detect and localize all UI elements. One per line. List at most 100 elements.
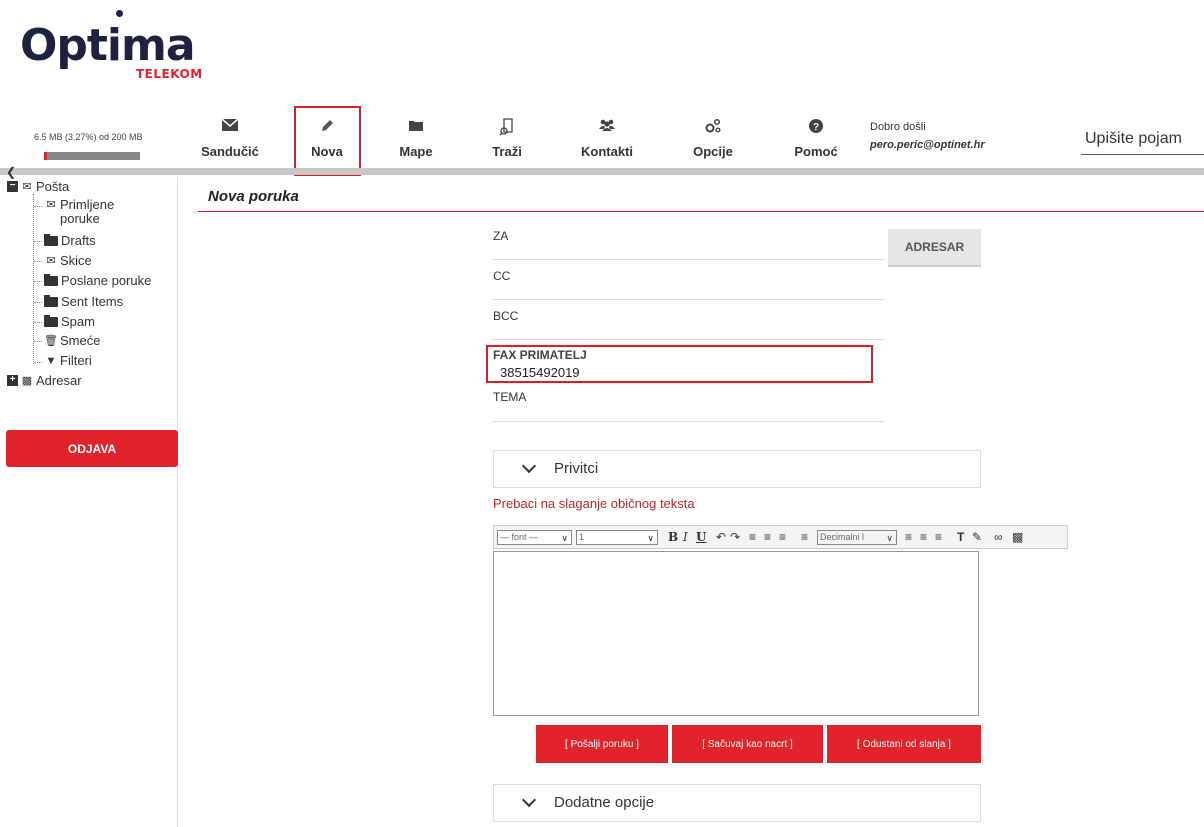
bullet-list-icon[interactable]: ≡ — [905, 530, 912, 545]
logout-button[interactable]: ODJAVA — [6, 430, 178, 467]
text-color-icon[interactable]: T — [957, 530, 964, 545]
sent-folder-icon — [44, 273, 58, 286]
font-select-value: — font — — [500, 532, 539, 542]
font-select[interactable]: — font — ∨ — [497, 530, 572, 545]
toolbar-help-button[interactable]: ? Pomoć — [776, 118, 856, 159]
user-email: pero.peric@optinet.hr — [870, 139, 985, 151]
bcc-field-label: BCC — [493, 309, 519, 323]
folder-filters[interactable]: ▼ Filteri — [44, 353, 92, 368]
background-color-icon[interactable]: ✎ — [972, 530, 982, 545]
tree-node-mail[interactable]: − ✉ Pošta — [7, 179, 69, 194]
editor-toolbar: — font — ∨ 1 ∨ B I U ↶ ↷ ≡ ≡ ≡ ≡ Decimal… — [493, 525, 1068, 549]
inbox-envelope-icon: ✉ — [46, 199, 56, 211]
italic-icon[interactable]: I — [683, 530, 688, 545]
tree-node-addressbook-label: Adresar — [36, 373, 82, 388]
folder-icon — [44, 314, 58, 327]
toolbar-search-label: Traži — [492, 144, 522, 159]
page-title: Nova poruka — [208, 188, 299, 205]
link-icon[interactable]: ∞ — [994, 530, 1003, 545]
welcome-text: Dobro došli — [870, 121, 926, 133]
folder-sent-items-label: Sent Items — [61, 294, 124, 309]
folder-drafts-label: Drafts — [61, 233, 96, 248]
undo-icon[interactable]: ↶ — [716, 530, 726, 545]
cc-field[interactable]: CC — [493, 260, 885, 300]
folder-spam[interactable]: Spam — [44, 314, 95, 329]
outdent-icon[interactable]: ≡ — [935, 530, 942, 545]
header-divider — [0, 168, 1204, 175]
chevron-down-icon — [521, 792, 537, 808]
numbered-list-icon[interactable]: ≡ — [801, 530, 808, 545]
logo-subtitle: TELEKOM — [136, 67, 203, 81]
save-draft-button[interactable]: [ Sačuvaj kao nacrt ] — [672, 725, 823, 763]
align-right-icon[interactable]: ≡ — [779, 530, 786, 545]
addressbook-icon: ▩ — [21, 375, 33, 387]
folder-sent-label: Poslane poruke — [61, 273, 152, 288]
toolbar-inbox-label: Sandučić — [201, 144, 259, 159]
mailbox-quota-text: 6.5 MB (3.27%) od 200 MB — [34, 132, 143, 142]
new-button-highlight — [294, 106, 361, 176]
toolbar-search-button[interactable]: Traži — [467, 118, 547, 159]
toolbar-contacts-button[interactable]: Kontakti — [567, 118, 647, 159]
toolbar-options-button[interactable]: Opcije — [673, 118, 753, 159]
addressbook-button[interactable]: ADRESAR — [888, 229, 981, 267]
collapse-minus-icon[interactable]: − — [7, 181, 18, 192]
bcc-field[interactable]: BCC — [493, 300, 885, 340]
toolbar-folders-button[interactable]: Mape — [376, 118, 456, 159]
cancel-sending-button[interactable]: [ Odustani od slanja ] — [827, 725, 981, 763]
logo-dot — [116, 10, 123, 17]
underline-icon[interactable]: U — [696, 530, 706, 545]
folder-icon — [376, 118, 456, 138]
to-field-label: ZA — [493, 229, 509, 243]
optima-logo[interactable]: Optima TELEKOM — [20, 10, 220, 81]
tree-connector — [34, 362, 42, 363]
tree-node-addressbook[interactable]: + ▩ Adresar — [7, 373, 82, 388]
folder-skice[interactable]: ✉ Skice — [44, 253, 91, 268]
folder-sent-items[interactable]: Sent Items — [44, 294, 123, 309]
tree-connector — [34, 241, 42, 242]
indent-icon[interactable]: ≡ — [920, 530, 927, 545]
fax-recipient-value[interactable]: 38515492019 — [500, 365, 580, 380]
chevron-down-icon: ∨ — [561, 533, 568, 543]
redo-icon[interactable]: ↷ — [730, 530, 740, 545]
svg-text:?: ? — [813, 122, 819, 133]
subject-field-label: TEMA — [493, 390, 527, 404]
bold-icon[interactable]: B — [668, 530, 678, 545]
mailbox-quota-fill — [44, 152, 48, 160]
subject-field[interactable]: TEMA — [493, 382, 885, 422]
more-options-accordion[interactable]: Dodatne opcije — [493, 784, 981, 822]
align-center-icon[interactable]: ≡ — [764, 530, 771, 545]
expand-plus-icon[interactable]: + — [7, 375, 18, 386]
folder-drafts[interactable]: Drafts — [44, 233, 96, 248]
search-doc-icon — [467, 118, 547, 138]
cc-field-label: CC — [493, 269, 511, 283]
toolbar-inbox-button[interactable]: Sandučić — [190, 118, 270, 159]
switch-plain-text-link[interactable]: Prebaci na slaganje običnog teksta — [493, 496, 695, 511]
folder-filters-label: Filteri — [60, 353, 92, 368]
folder-sent[interactable]: Poslane poruke — [44, 273, 151, 288]
list-style-select[interactable]: Decimalni l ∨ — [817, 530, 897, 545]
toolbar-help-label: Pomoć — [794, 144, 838, 159]
title-divider — [198, 211, 1204, 212]
mailbox-quota-bar — [44, 152, 140, 160]
size-select[interactable]: 1 ∨ — [576, 530, 658, 545]
folder-icon — [44, 294, 58, 307]
tree-connector — [34, 302, 42, 303]
message-body-editor[interactable] — [493, 551, 979, 716]
align-left-icon[interactable]: ≡ — [749, 530, 756, 545]
sidebar: − ✉ Pošta ✉ Primljene poruke Drafts ✉ Sk… — [0, 178, 178, 827]
collapse-sidebar-chevron-icon[interactable]: ❮ — [6, 165, 16, 179]
to-field[interactable]: ZA — [493, 220, 885, 260]
search-input[interactable] — [1081, 123, 1204, 155]
send-button[interactable]: [ Pošalji poruku ] — [536, 725, 668, 763]
tree-connector — [34, 206, 42, 207]
tree-connector — [34, 281, 42, 282]
tree-connector — [34, 341, 42, 342]
gears-icon — [673, 118, 753, 138]
folder-trash[interactable]: 🗑 Smeće — [44, 333, 100, 348]
toolbar-contacts-label: Kontakti — [581, 144, 633, 159]
attachments-accordion[interactable]: Privitci — [493, 450, 981, 488]
chevron-down-icon: ∨ — [886, 533, 893, 543]
image-icon[interactable]: ▩ — [1012, 530, 1023, 545]
fax-recipient-label: FAX PRIMATELJ — [493, 348, 587, 362]
folder-inbox[interactable]: ✉ Primljene poruke — [44, 198, 140, 226]
